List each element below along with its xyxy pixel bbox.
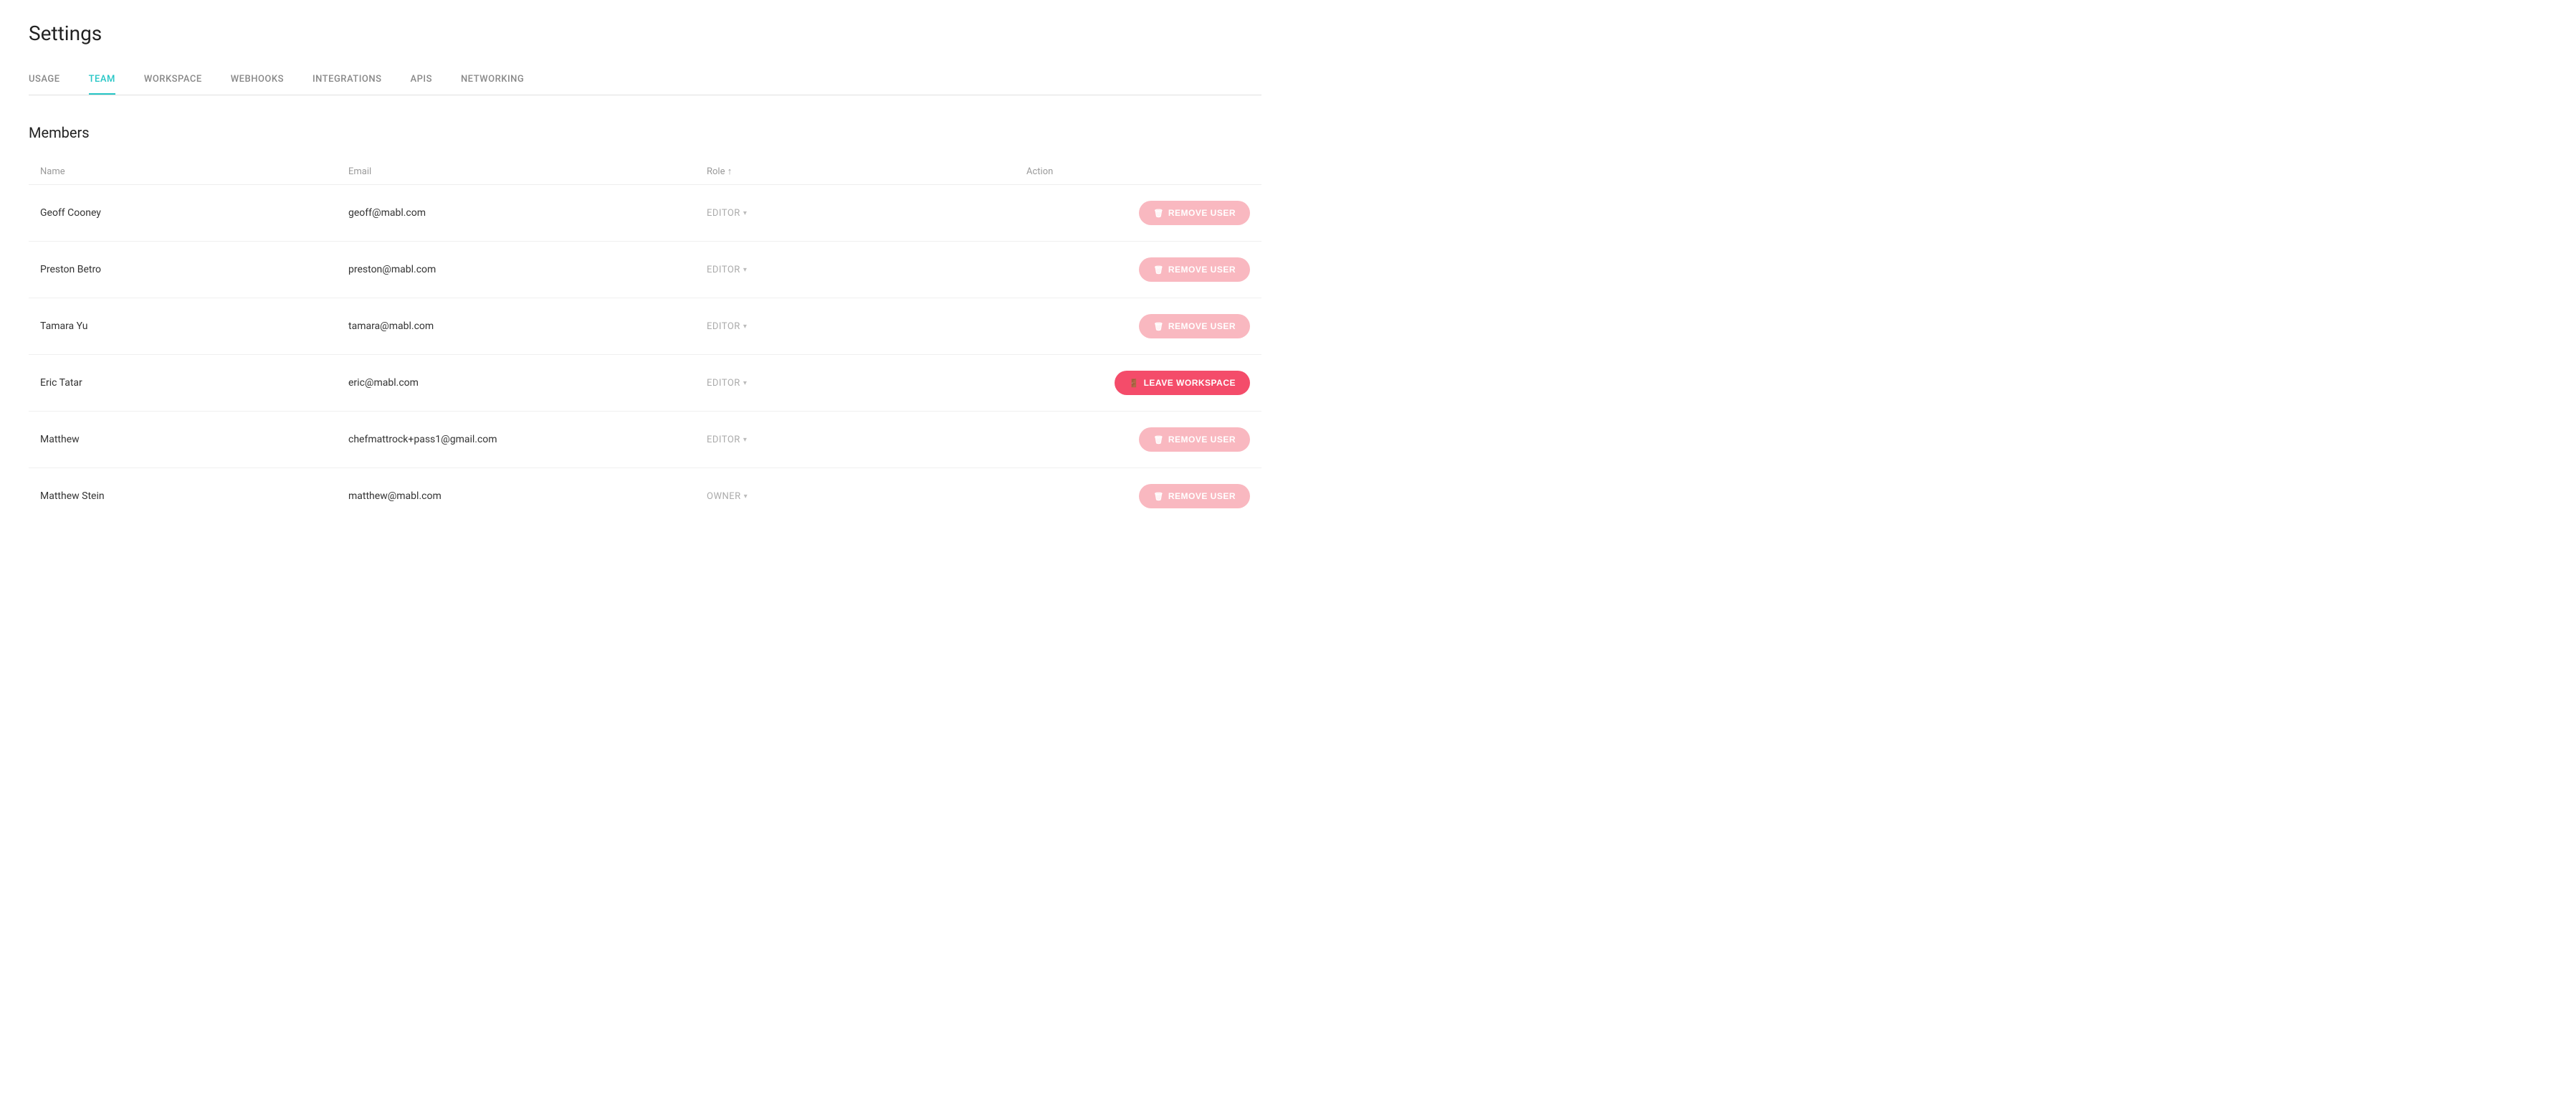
member-action-6: 🗑 REMOVE USER (1015, 468, 1261, 525)
member-name-5: Matthew (29, 412, 337, 468)
leave-workspace-button[interactable]: 🚪 LEAVE WORKSPACE (1115, 371, 1250, 395)
member-name-2: Preston Betro (29, 242, 337, 298)
member-email-3: tamara@mabl.com (337, 298, 707, 355)
member-name-4: Eric Tatar (29, 355, 337, 412)
col-header-email: Email (337, 158, 707, 185)
member-role-6[interactable]: OWNER ▾ (707, 468, 1015, 525)
table-row: Eric Tatareric@mabl.comEDITOR ▾ 🚪 LEAVE W… (29, 355, 1261, 412)
member-action-2: 🗑 REMOVE USER (1015, 242, 1261, 298)
member-role-5[interactable]: EDITOR ▾ (707, 412, 1015, 468)
tab-usage[interactable]: USAGE (29, 74, 60, 95)
trash-icon: 🗑 (1153, 265, 1163, 275)
chevron-icon: ▾ (743, 323, 748, 331)
chevron-icon: ▾ (743, 379, 748, 387)
role-selector-4[interactable]: EDITOR ▾ (707, 378, 747, 389)
chevron-icon: ▾ (743, 266, 748, 274)
tab-apis[interactable]: APIS (410, 74, 431, 95)
member-email-1: geoff@mabl.com (337, 185, 707, 242)
page-container: Settings USAGE TEAM WORKSPACE WEBHOOKS INTEG… (0, 0, 1290, 546)
member-name-6: Matthew Stein (29, 468, 337, 525)
trash-icon: 🗑 (1153, 492, 1163, 501)
trash-icon: 🗑 (1153, 322, 1163, 331)
role-selector-2[interactable]: EDITOR ▾ (707, 265, 747, 275)
member-action-4: 🚪 LEAVE WORKSPACE (1015, 355, 1261, 412)
member-action-5: 🗑 REMOVE USER (1015, 412, 1261, 468)
members-section-title: Members (29, 124, 1261, 141)
page-title: Settings (29, 22, 1261, 45)
chevron-icon: ▾ (743, 209, 748, 217)
table-row: Preston Betropreston@mabl.comEDITOR ▾ 🗑 R… (29, 242, 1261, 298)
member-role-3[interactable]: EDITOR ▾ (707, 298, 1015, 355)
col-header-action: Action (1015, 158, 1261, 185)
table-row: Matthew Steinmatthew@mabl.comOWNER ▾ 🗑 RE… (29, 468, 1261, 525)
remove-user-button[interactable]: 🗑 REMOVE USER (1139, 314, 1250, 338)
tab-team[interactable]: TEAM (89, 74, 115, 95)
tab-webhooks[interactable]: WEBHOOKS (231, 74, 284, 95)
remove-user-button[interactable]: 🗑 REMOVE USER (1139, 201, 1250, 225)
member-action-1: 🗑 REMOVE USER (1015, 185, 1261, 242)
remove-user-button[interactable]: 🗑 REMOVE USER (1139, 427, 1250, 452)
trash-icon: 🗑 (1153, 435, 1163, 445)
chevron-icon: ▾ (744, 493, 748, 500)
role-selector-1[interactable]: EDITOR ▾ (707, 208, 747, 219)
col-header-role: Role ↑ (707, 158, 1015, 185)
members-table: Name Email Role ↑ Action Geoff Cooneygeo… (29, 158, 1261, 524)
tab-networking[interactable]: NETWORKING (461, 74, 524, 95)
table-row: Geoff Cooneygeoff@mabl.comEDITOR ▾ 🗑 REMO… (29, 185, 1261, 242)
tabs-nav: USAGE TEAM WORKSPACE WEBHOOKS INTEGRATIONS AP… (29, 74, 1261, 95)
member-email-5: chefmattrock+pass1@gmail.com (337, 412, 707, 468)
member-role-4[interactable]: EDITOR ▾ (707, 355, 1015, 412)
remove-user-button[interactable]: 🗑 REMOVE USER (1139, 257, 1250, 282)
trash-icon: 🗑 (1153, 209, 1163, 218)
chevron-icon: ▾ (743, 436, 748, 444)
table-row: Matthewchefmattrock+pass1@gmail.comEDITO… (29, 412, 1261, 468)
role-selector-6[interactable]: OWNER ▾ (707, 491, 748, 502)
member-name-1: Geoff Cooney (29, 185, 337, 242)
tab-workspace[interactable]: WORKSPACE (144, 74, 202, 95)
table-row: Tamara Yutamara@mabl.comEDITOR ▾ 🗑 REMOVE… (29, 298, 1261, 355)
member-role-2[interactable]: EDITOR ▾ (707, 242, 1015, 298)
leave-icon: 🚪 (1129, 379, 1139, 388)
role-selector-5[interactable]: EDITOR ▾ (707, 434, 747, 445)
member-email-6: matthew@mabl.com (337, 468, 707, 525)
remove-user-button[interactable]: 🗑 REMOVE USER (1139, 484, 1250, 508)
member-role-1[interactable]: EDITOR ▾ (707, 185, 1015, 242)
role-selector-3[interactable]: EDITOR ▾ (707, 321, 747, 332)
col-header-name: Name (29, 158, 337, 185)
member-email-4: eric@mabl.com (337, 355, 707, 412)
member-name-3: Tamara Yu (29, 298, 337, 355)
member-action-3: 🗑 REMOVE USER (1015, 298, 1261, 355)
tab-integrations[interactable]: INTEGRATIONS (313, 74, 382, 95)
member-email-2: preston@mabl.com (337, 242, 707, 298)
